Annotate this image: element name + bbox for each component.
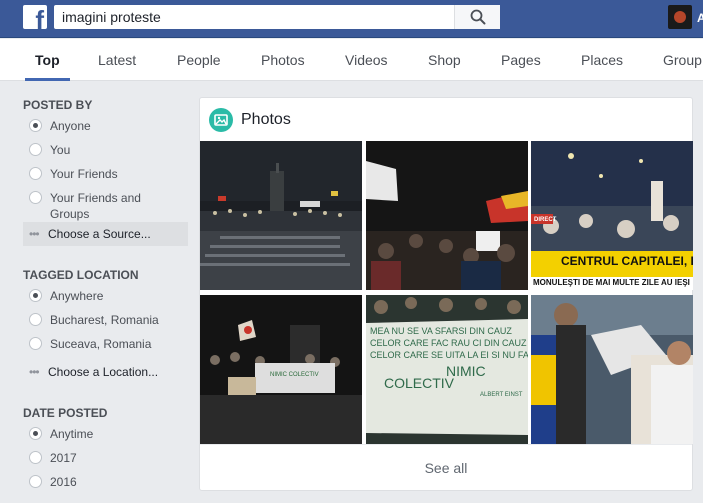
tab-pages[interactable]: Pages [501,39,541,81]
photo-protester-sign [366,141,528,290]
banner-line: CELOR CARE SE UITA LA EI SI NU FA [370,350,528,360]
banner-signature: ALBERT EINST [480,392,523,398]
search-icon [470,9,485,25]
tab-top[interactable]: Top [25,39,70,81]
photo-thumbnail[interactable] [200,141,362,290]
banner-line: NIMIC [446,363,486,379]
search-button[interactable] [454,5,500,29]
filter-option-you[interactable]: You [23,142,188,166]
filter-heading-posted-by: POSTED BY [23,98,93,112]
filters-sidebar: POSTED BY Anyone You Your Friends Your F… [23,92,188,498]
see-all-link[interactable]: See all [200,460,692,476]
tab-shop[interactable]: Shop [428,39,461,81]
search-box [54,5,500,29]
filter-option-bucharest[interactable]: Bucharest, Romania [23,312,188,336]
choose-source-button[interactable]: ••• Choose a Source... [23,222,188,246]
photo-thumbnail[interactable]: MEA NU SE VA SFARSI DIN CAUZ CELOR CARE … [366,295,528,444]
radio-selected-icon [29,289,42,302]
filter-heading-tagged-location: TAGGED LOCATION [23,268,139,282]
radio-icon [29,337,42,350]
radio-icon [29,143,42,156]
tab-videos[interactable]: Videos [345,39,388,81]
avatar[interactable] [668,5,692,29]
tab-latest[interactable]: Latest [98,39,136,81]
radio-icon [29,191,42,204]
photo-thumbnail[interactable]: NIMIC COLECTIV [200,295,362,444]
radio-icon [29,451,42,464]
filter-option-friends-groups[interactable]: Your Friends and Groups [23,190,153,222]
photos-card: Photos DIRECT CENTRUL CAPITALEI, B MONUL… [199,97,693,491]
banner-line: CELOR CARE FAC RAU CI DIN CAUZ [370,338,527,348]
photo-protester-flag [531,295,693,444]
user-name[interactable]: A [697,11,703,25]
more-dots-icon: ••• [29,365,40,379]
tab-people[interactable]: People [177,39,221,81]
photo-night-banner [200,295,362,444]
radio-icon [29,167,42,180]
filter-option-anytime[interactable]: Anytime [23,426,188,450]
tab-photos[interactable]: Photos [261,39,305,81]
filter-heading-date-posted: DATE POSTED [23,406,108,420]
banner-text: MEA NU SE VA SFARSI DIN CAUZ CELOR CARE … [370,325,528,401]
news-ticker: MONULEŞTI DE MAI MULTE ZILE AU IEŞI [533,278,690,287]
tab-places[interactable]: Places [581,39,623,81]
photo-thumbnail[interactable] [366,141,528,290]
top-bar: f A [0,0,703,38]
filter-option-2017[interactable]: 2017 [23,450,188,474]
photo-night-crowd [200,141,362,290]
card-divider [200,444,692,445]
photo-thumbnail[interactable]: DIRECT CENTRUL CAPITALEI, B MONULEŞTI DE… [531,141,693,290]
more-dots-icon: ••• [29,227,40,241]
small-banner-text: NIMIC COLECTIV [270,372,319,378]
photos-card-title: Photos [241,111,291,128]
news-headline: CENTRUL CAPITALEI, B [561,254,693,268]
radio-icon [29,475,42,488]
news-channel-label: DIRECT [534,217,557,223]
filter-option-anywhere[interactable]: Anywhere [23,288,188,312]
photos-card-header: Photos [200,98,692,141]
facebook-logo-icon[interactable]: f [23,5,47,29]
tab-groups[interactable]: Group [663,39,702,81]
filter-option-anyone[interactable]: Anyone [23,118,188,142]
radio-selected-icon [29,427,42,440]
filter-option-2016[interactable]: 2016 [23,474,188,498]
search-input[interactable] [54,6,452,28]
banner-line: MEA NU SE VA SFARSI DIN CAUZ [370,326,512,336]
radio-selected-icon [29,119,42,132]
search-tabs: Top Latest People Photos Videos Shop Pag… [0,39,703,81]
photos-icon [209,108,233,132]
choose-location-button[interactable]: ••• Choose a Location... [23,360,188,384]
radio-icon [29,313,42,326]
filter-option-your-friends[interactable]: Your Friends [23,166,188,190]
photo-thumbnail[interactable] [531,295,693,444]
filter-option-suceava[interactable]: Suceava, Romania [23,336,188,360]
